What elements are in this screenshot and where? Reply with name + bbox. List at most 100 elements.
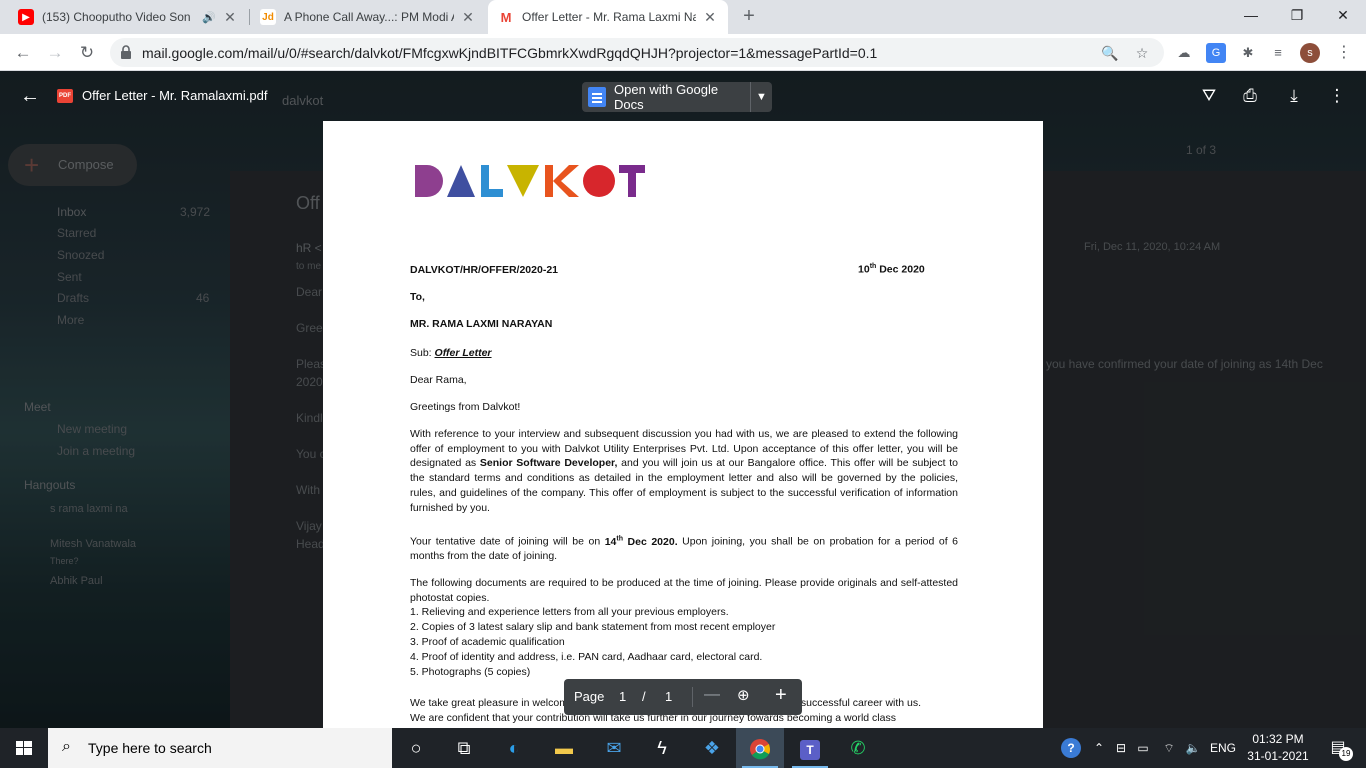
text: Dec 2020. bbox=[623, 535, 678, 548]
list-item: 3. Proof of academic qualification bbox=[410, 636, 565, 648]
dalvkot-logo bbox=[415, 165, 645, 197]
restore-button[interactable]: ❐ bbox=[1274, 0, 1320, 30]
notification-center-icon[interactable]: ▤ 19 bbox=[1320, 728, 1356, 768]
minimize-button[interactable]: — bbox=[1228, 0, 1274, 30]
zoom-icon[interactable]: 🔍 bbox=[1100, 43, 1120, 63]
letter-reference: DALVKOT/HR/OFFER/2020-21 bbox=[410, 264, 558, 276]
letter-to: To, bbox=[410, 291, 425, 303]
dropbox-icon[interactable]: ❖ bbox=[688, 728, 736, 768]
file-explorer-icon[interactable]: ▬ bbox=[540, 728, 588, 768]
whatsapp-icon[interactable]: ✆ bbox=[834, 728, 882, 768]
zoom-in-icon[interactable]: + bbox=[775, 684, 787, 707]
close-icon[interactable]: ✕ bbox=[702, 9, 718, 26]
close-viewer-back-icon[interactable]: ← bbox=[18, 84, 42, 108]
salutation: Dear Rama, bbox=[410, 374, 467, 386]
wifi-icon[interactable]: ⌔ bbox=[1158, 728, 1180, 768]
youtube-icon: ▶ bbox=[18, 9, 34, 25]
edge-icon[interactable]: ◐ bbox=[490, 728, 538, 768]
media-control-icon[interactable]: ≡ bbox=[1268, 43, 1288, 63]
chrome-logo-icon bbox=[750, 739, 771, 760]
paragraph-documents: The following documents are required to … bbox=[410, 577, 958, 604]
notification-badge: 19 bbox=[1339, 747, 1353, 761]
list-item: 2. Copies of 3 latest salary slip and ba… bbox=[410, 621, 776, 633]
chevron-up-icon[interactable]: ⌃ bbox=[1090, 728, 1108, 768]
forward-button[interactable]: → bbox=[42, 40, 68, 66]
justdial-icon: Jd bbox=[260, 9, 276, 25]
system-clock[interactable]: 01:32 PM 31-01-2021 bbox=[1240, 731, 1316, 765]
add-to-drive-icon[interactable]: ⛛ bbox=[1197, 84, 1221, 108]
page-separator: / bbox=[642, 689, 646, 704]
tab-title: (153) Chooputho Video Son bbox=[42, 10, 191, 24]
bookmark-star-icon[interactable]: ☆ bbox=[1132, 43, 1152, 63]
language-indicator[interactable]: ENG bbox=[1208, 728, 1238, 768]
extensions-puzzle-icon[interactable]: ✱ bbox=[1238, 43, 1258, 63]
reload-button[interactable]: ↻ bbox=[74, 40, 100, 66]
tab-youtube[interactable]: ▶ (153) Chooputho Video Son 🔊 ✕ bbox=[8, 0, 248, 34]
download-icon[interactable]: ⤓ bbox=[1282, 84, 1306, 108]
tab-gmail[interactable]: M Offer Letter - Mr. Rama Laxmi Na ✕ bbox=[488, 0, 728, 34]
help-icon[interactable]: ? bbox=[1058, 728, 1084, 768]
tab-title: A Phone Call Away...: PM Modi At bbox=[284, 10, 454, 24]
close-icon[interactable]: ✕ bbox=[460, 9, 476, 26]
date-day: 10 bbox=[858, 263, 870, 276]
windows-start-icon[interactable] bbox=[0, 728, 48, 768]
list-item: 4. Proof of identity and address, i.e. P… bbox=[410, 651, 763, 663]
clock-time: 01:32 PM bbox=[1252, 732, 1304, 746]
back-button[interactable]: ← bbox=[10, 40, 36, 66]
tab-title: Offer Letter - Mr. Rama Laxmi Na bbox=[522, 10, 696, 24]
paragraph-joining: Your tentative date of joining will be o… bbox=[410, 532, 958, 564]
more-options-icon[interactable]: ⋮ bbox=[1325, 84, 1349, 108]
search-icon: ⌕ bbox=[62, 738, 71, 755]
question-icon: ? bbox=[1061, 738, 1081, 758]
bolt-app-icon[interactable]: ϟ bbox=[638, 728, 686, 768]
recipient-name: MR. RAMA LAXMI NARAYAN bbox=[410, 318, 553, 330]
chevron-down-icon[interactable]: ▼ bbox=[750, 82, 772, 112]
teams-logo: T bbox=[800, 740, 820, 760]
chrome-menu-icon[interactable]: ⋮ bbox=[1334, 43, 1354, 63]
subject-label: Sub: bbox=[410, 347, 435, 359]
task-view-icon[interactable]: ⧉ bbox=[440, 728, 488, 768]
address-bar[interactable]: mail.google.com/mail/u/0/#search/dalvkot… bbox=[110, 38, 1164, 67]
window-close-button[interactable]: ✕ bbox=[1320, 0, 1366, 30]
zoom-icon[interactable]: ⊕ bbox=[737, 686, 750, 704]
new-tab-button[interactable]: + bbox=[738, 6, 760, 28]
windows-taskbar: ⌕ Type here to search ○ ⧉ ◐ ▬ ✉ ϟ ❖ T ✆ … bbox=[0, 728, 1366, 768]
list-item: 1. Relieving and experience letters from… bbox=[410, 606, 729, 618]
search-placeholder: Type here to search bbox=[88, 740, 212, 756]
controls-divider bbox=[692, 687, 693, 707]
text: th bbox=[616, 535, 623, 542]
translate-extension-icon[interactable]: G bbox=[1206, 43, 1226, 63]
tab-jd[interactable]: Jd A Phone Call Away...: PM Modi At ✕ bbox=[250, 0, 486, 34]
battery-icon[interactable]: ▭ bbox=[1134, 728, 1152, 768]
close-icon[interactable]: ✕ bbox=[222, 9, 238, 26]
cortana-icon[interactable]: ○ bbox=[392, 728, 440, 768]
chrome-taskbar-icon[interactable] bbox=[736, 728, 784, 768]
cloud-extension-icon[interactable]: ☁ bbox=[1174, 43, 1194, 63]
network-icon[interactable]: ⊟ bbox=[1112, 728, 1130, 768]
letter-date: 10th Dec 2020 bbox=[858, 263, 925, 276]
print-icon[interactable]: ⎙ bbox=[1238, 84, 1262, 108]
page-total: 1 bbox=[665, 689, 673, 704]
zoom-out-icon[interactable]: — bbox=[704, 686, 720, 704]
browser-toolbar: ← → ↻ mail.google.com/mail/u/0/#search/d… bbox=[0, 34, 1366, 71]
date-rest: Dec 2020 bbox=[876, 263, 925, 276]
joining-date: 14th Dec 2020. bbox=[604, 535, 678, 548]
pdf-page: DALVKOT/HR/OFFER/2020-21 10th Dec 2020 T… bbox=[323, 121, 1043, 728]
mail-app-icon[interactable]: ✉ bbox=[590, 728, 638, 768]
teams-icon[interactable]: T bbox=[786, 728, 834, 768]
profile-avatar[interactable]: s bbox=[1300, 43, 1320, 63]
text: Your tentative date of joining will be o… bbox=[410, 535, 605, 548]
open-with-google-docs-button[interactable]: Open with Google Docs ▼ bbox=[582, 82, 772, 112]
audio-playing-icon[interactable]: 🔊 bbox=[202, 11, 216, 24]
pdf-file-icon: PDF bbox=[57, 89, 73, 103]
gmail-icon: M bbox=[500, 9, 512, 25]
lock-icon bbox=[121, 45, 131, 59]
page-current[interactable]: 1 bbox=[619, 689, 626, 704]
greeting: Greetings from Dalvkot! bbox=[410, 401, 521, 413]
google-docs-icon bbox=[588, 87, 606, 107]
list-item: 5. Photographs (5 copies) bbox=[410, 666, 531, 678]
taskbar-search-box[interactable]: ⌕ Type here to search bbox=[48, 728, 392, 768]
clock-date: 31-01-2021 bbox=[1247, 749, 1309, 763]
volume-icon[interactable]: 🔈 bbox=[1182, 728, 1204, 768]
text: 14 bbox=[604, 535, 617, 548]
